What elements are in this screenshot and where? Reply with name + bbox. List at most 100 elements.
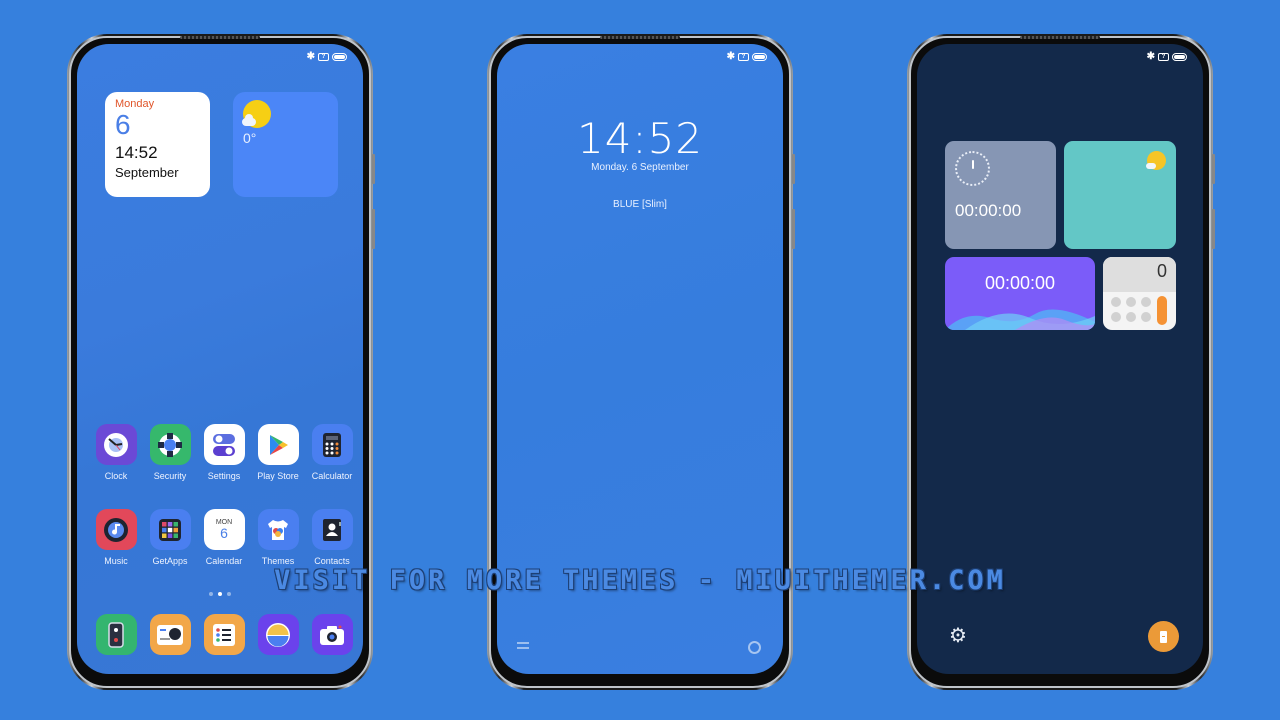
dock [91, 614, 357, 655]
sim-icon: ? [318, 53, 329, 61]
volume-button [792, 154, 795, 184]
app-label: Contacts [314, 556, 350, 566]
stopwatch-widget[interactable]: 00:00:00 [945, 141, 1056, 249]
app-grid-icon [149, 509, 191, 550]
stopwatch-dial-icon [955, 151, 990, 186]
calendar-icon: MON 6 [203, 509, 245, 550]
app-themes[interactable]: Themes [253, 509, 303, 566]
calendar-widget[interactable]: Monday 6 14:52 September [105, 92, 210, 197]
calculator-icon [311, 424, 353, 465]
wave-decoration [945, 309, 1095, 330]
lock-clock: 14:52 [576, 114, 704, 163]
app-label: Calendar [205, 556, 243, 566]
app-label: Clock [104, 471, 128, 481]
app-label: GetApps [152, 556, 188, 566]
toggles-icon [203, 424, 245, 465]
phone-icon [95, 614, 137, 655]
battery-icon [1172, 53, 1187, 61]
app-security[interactable]: Security [145, 424, 195, 481]
theme-name: BLUE [Slim] [613, 199, 667, 210]
lifebuoy-icon [149, 424, 191, 465]
volume-button [1212, 154, 1215, 184]
app-calendar[interactable]: MON 6 Calendar [199, 509, 249, 566]
widget-month: September [115, 165, 179, 180]
app-label: Security [153, 471, 187, 481]
home-screen: ✱ ? Monday 6 14:52 September 0° Clock Se… [77, 44, 363, 674]
timer-value: 00:00:00 [984, 273, 1056, 293]
app-settings[interactable]: Settings [199, 424, 249, 481]
gallery-icon [257, 614, 299, 655]
status-bar: ✱ ? [727, 52, 767, 62]
lock-date: Monday. 6 September [591, 162, 689, 173]
music-disc-icon [95, 509, 137, 550]
battery-icon [752, 53, 767, 61]
dock-notes[interactable] [199, 614, 249, 655]
dock-camera[interactable] [307, 614, 357, 655]
dock-messages[interactable] [145, 614, 195, 655]
tshirt-icon [257, 509, 299, 550]
dock-phone[interactable] [91, 614, 141, 655]
clock-icon [95, 424, 137, 465]
phone-widget-screen: ✱ ? 00:00:00 00:00:00 0 ⚙ [907, 34, 1215, 690]
calculator-display: 0 [1103, 257, 1176, 292]
status-bar: ✱ ? [1147, 52, 1187, 62]
dock-gallery[interactable] [253, 614, 303, 655]
camera-icon [311, 614, 353, 655]
app-label: Settings [207, 471, 241, 481]
cloud-icon [1146, 163, 1156, 169]
menu-icon[interactable] [517, 642, 529, 652]
bluetooth-icon: ✱ [306, 51, 315, 62]
sim-icon: ? [738, 53, 749, 61]
speaker-grill [1020, 36, 1100, 39]
flashlight-icon [1160, 630, 1167, 643]
stopwatch-value: 00:00:00 [955, 201, 1022, 220]
weather-widget-small[interactable] [1064, 141, 1176, 249]
speaker-grill [600, 36, 680, 39]
lock-screen: ✱ ? 14:52 Monday. 6 September BLUE [Slim… [497, 44, 783, 674]
sim-icon: ? [1158, 53, 1169, 61]
app-music[interactable]: Music [91, 509, 141, 566]
camera-shortcut-icon[interactable] [748, 641, 761, 654]
power-button [372, 209, 375, 249]
app-calculator[interactable]: Calculator [307, 424, 357, 481]
bluetooth-icon: ✱ [726, 51, 735, 62]
gear-icon[interactable]: ⚙ [949, 626, 967, 646]
power-button [1212, 209, 1215, 249]
weather-widget[interactable]: 0° [233, 92, 338, 197]
app-row-1: Clock Security Settings Play Store Calcu… [91, 424, 357, 481]
calculator-value: 0 [1156, 261, 1167, 281]
page-dot[interactable] [209, 592, 213, 596]
speaker-grill [180, 36, 260, 39]
app-getapps[interactable]: GetApps [145, 509, 195, 566]
app-label: Calculator [311, 471, 353, 481]
page-dot-active[interactable] [218, 592, 222, 596]
calculator-widget[interactable]: 0 [1103, 257, 1176, 330]
phone-lock-screen: ✱ ? 14:52 Monday. 6 September BLUE [Slim… [487, 34, 795, 690]
notes-icon [203, 614, 245, 655]
calculator-equals-key [1157, 296, 1167, 325]
flashlight-button[interactable] [1148, 621, 1179, 652]
page-indicator[interactable] [209, 592, 231, 596]
calendar-icon-date: 6 [220, 524, 228, 541]
app-label: Themes [261, 556, 295, 566]
status-bar: ✱ ? [307, 52, 347, 62]
contact-book-icon [311, 509, 353, 550]
timer-widget[interactable]: 00:00:00 [945, 257, 1095, 330]
weather-temperature: 0° [243, 130, 257, 146]
widget-time: 14:52 [115, 143, 158, 162]
battery-icon [332, 53, 347, 61]
volume-button [372, 154, 375, 184]
power-button [792, 209, 795, 249]
app-play-store[interactable]: Play Store [253, 424, 303, 481]
app-clock[interactable]: Clock [91, 424, 141, 481]
page-dot[interactable] [227, 592, 231, 596]
cloud-icon [242, 114, 256, 126]
app-contacts[interactable]: Contacts [307, 509, 357, 566]
bluetooth-icon: ✱ [1146, 51, 1155, 62]
app-label: Music [104, 556, 128, 566]
calculator-keys [1111, 297, 1151, 322]
phone-home-screen: ✱ ? Monday 6 14:52 September 0° Clock Se… [67, 34, 375, 690]
play-store-icon [257, 424, 299, 465]
messages-icon [149, 614, 191, 655]
app-row-2: Music GetApps MON 6 Calendar Themes Cont… [91, 509, 357, 566]
